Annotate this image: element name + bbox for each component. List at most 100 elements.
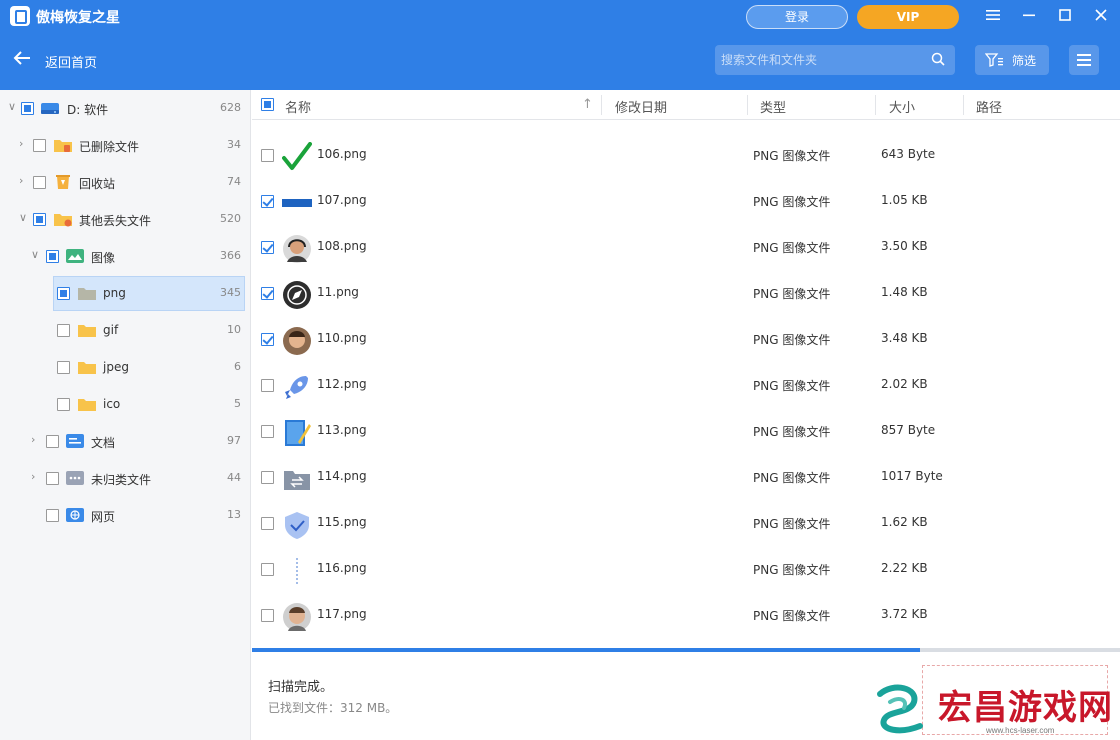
- row-checkbox[interactable]: [261, 241, 274, 254]
- tree-item[interactable]: png 345: [0, 275, 251, 312]
- column-name[interactable]: 名称: [285, 97, 311, 116]
- table-row[interactable]: 108.png PNG 图像文件 3.50 KB: [252, 224, 1118, 270]
- tree-item[interactable]: › 文档 97: [0, 423, 251, 460]
- tree-item-count: 6: [234, 360, 241, 373]
- tree-item-count: 520: [220, 212, 241, 225]
- tree-item[interactable]: › 未归类文件 44: [0, 460, 251, 497]
- table-scrollbar[interactable]: [1114, 120, 1120, 648]
- list-menu-button[interactable]: [1069, 45, 1099, 75]
- tree-item-count: 97: [227, 434, 241, 447]
- vip-button[interactable]: VIP: [857, 5, 959, 29]
- tree-item[interactable]: gif 10: [0, 312, 251, 349]
- filter-icon: [985, 53, 1003, 67]
- image-category-icon: [65, 248, 85, 264]
- sort-arrow-icon[interactable]: ↑: [582, 97, 593, 112]
- blue-bar-image: [282, 188, 312, 218]
- file-type: PNG 图像文件: [753, 425, 831, 439]
- tree-item-checkbox[interactable]: [33, 213, 46, 226]
- column-size[interactable]: 大小: [889, 97, 915, 116]
- row-checkbox[interactable]: [261, 195, 274, 208]
- row-checkbox[interactable]: [261, 333, 274, 346]
- tree-item-checkbox[interactable]: [46, 472, 59, 485]
- row-checkbox[interactable]: [261, 517, 274, 530]
- tree-item[interactable]: › 已删除文件 34: [0, 127, 251, 164]
- row-checkbox[interactable]: [261, 471, 274, 484]
- chevron-right-icon[interactable]: ›: [31, 471, 41, 482]
- chevron-right-icon[interactable]: ›: [31, 434, 41, 445]
- file-size: 2.22 KB: [881, 561, 928, 575]
- table-row[interactable]: 112.png PNG 图像文件 2.02 KB: [252, 362, 1118, 408]
- maximize-icon[interactable]: [1052, 5, 1078, 27]
- tree-item[interactable]: ∨ D: 软件 628: [0, 90, 251, 127]
- app-logo-icon: [10, 6, 30, 26]
- tree-item[interactable]: ∨ 图像 366: [0, 238, 251, 275]
- hamburger-menu-icon[interactable]: [980, 5, 1006, 27]
- tree-item[interactable]: › 回收站 74: [0, 164, 251, 201]
- search-icon[interactable]: [931, 52, 945, 66]
- table-row[interactable]: 106.png PNG 图像文件 643 Byte: [252, 132, 1118, 178]
- tree-item-checkbox[interactable]: [46, 435, 59, 448]
- tree-item-checkbox[interactable]: [57, 398, 70, 411]
- login-button[interactable]: 登录: [746, 5, 848, 29]
- avatar-man-image: [282, 326, 312, 356]
- tree-item-checkbox[interactable]: [57, 324, 70, 337]
- table-row[interactable]: 115.png PNG 图像文件 1.62 KB: [252, 500, 1118, 546]
- file-size: 1.62 KB: [881, 515, 928, 529]
- table-row[interactable]: 11.png PNG 图像文件 1.48 KB: [252, 270, 1118, 316]
- found-files-text: 已找到文件：312 MB。: [268, 701, 398, 715]
- tree-item-label: 网页: [91, 510, 116, 524]
- tree-item-checkbox[interactable]: [46, 509, 59, 522]
- tree-item[interactable]: jpeg 6: [0, 349, 251, 386]
- search-input[interactable]: [715, 45, 925, 75]
- filter-button[interactable]: 筛选: [975, 45, 1049, 75]
- column-type[interactable]: 类型: [760, 97, 786, 116]
- table-row[interactable]: 113.png PNG 图像文件 857 Byte: [252, 408, 1118, 454]
- tree-item[interactable]: ∨ 其他丢失文件 520: [0, 201, 251, 238]
- tree-item[interactable]: ico 5: [0, 386, 251, 423]
- file-size: 857 Byte: [881, 423, 936, 437]
- tree-item-checkbox[interactable]: [46, 250, 59, 263]
- row-checkbox[interactable]: [261, 425, 274, 438]
- file-size: 1.48 KB: [881, 285, 928, 299]
- web-category-icon: [65, 507, 85, 523]
- file-name: 11.png: [317, 285, 359, 299]
- filter-label: 筛选: [1012, 54, 1037, 68]
- tree-item-label: 回收站: [79, 177, 116, 191]
- chevron-right-icon[interactable]: ›: [19, 138, 29, 149]
- tree-item-checkbox[interactable]: [33, 176, 46, 189]
- folder-icon: [77, 359, 97, 375]
- tree-item-label: 图像: [91, 251, 116, 265]
- table-row[interactable]: 116.png PNG 图像文件 2.22 KB: [252, 546, 1118, 592]
- document-category-icon: [65, 433, 85, 449]
- tree-item-checkbox[interactable]: [21, 102, 34, 115]
- notebook-pencil-icon: [282, 418, 312, 448]
- row-checkbox[interactable]: [261, 149, 274, 162]
- table-row[interactable]: 114.png PNG 图像文件 1017 Byte: [252, 454, 1118, 500]
- chevron-right-icon[interactable]: ›: [19, 175, 29, 186]
- row-checkbox[interactable]: [261, 563, 274, 576]
- minimize-icon[interactable]: [1016, 5, 1042, 27]
- table-row[interactable]: 110.png PNG 图像文件 3.48 KB: [252, 316, 1118, 362]
- tree-item-checkbox[interactable]: [57, 361, 70, 374]
- file-size: 3.72 KB: [881, 607, 928, 621]
- back-home-link[interactable]: 返回首页: [45, 52, 97, 71]
- select-all-checkbox[interactable]: [261, 98, 274, 111]
- chevron-down-icon[interactable]: ∨: [31, 249, 41, 260]
- avatar-man-2-image: [282, 602, 312, 632]
- column-path[interactable]: 路径: [976, 97, 1002, 116]
- tree-item-checkbox[interactable]: [57, 287, 70, 300]
- table-row[interactable]: 107.png PNG 图像文件 1.05 KB: [252, 178, 1118, 224]
- tree-item-checkbox[interactable]: [33, 139, 46, 152]
- tree-item-label: 未归类文件: [91, 473, 152, 487]
- table-row[interactable]: 117.png PNG 图像文件 3.72 KB: [252, 592, 1118, 638]
- chevron-down-icon[interactable]: ∨: [8, 101, 18, 112]
- tree-item[interactable]: 网页 13: [0, 497, 251, 534]
- back-arrow-icon[interactable]: [12, 49, 32, 69]
- file-name: 112.png: [317, 377, 367, 391]
- column-date[interactable]: 修改日期: [615, 97, 667, 116]
- row-checkbox[interactable]: [261, 379, 274, 392]
- row-checkbox[interactable]: [261, 609, 274, 622]
- chevron-down-icon[interactable]: ∨: [19, 212, 29, 223]
- row-checkbox[interactable]: [261, 287, 274, 300]
- close-icon[interactable]: [1088, 5, 1114, 27]
